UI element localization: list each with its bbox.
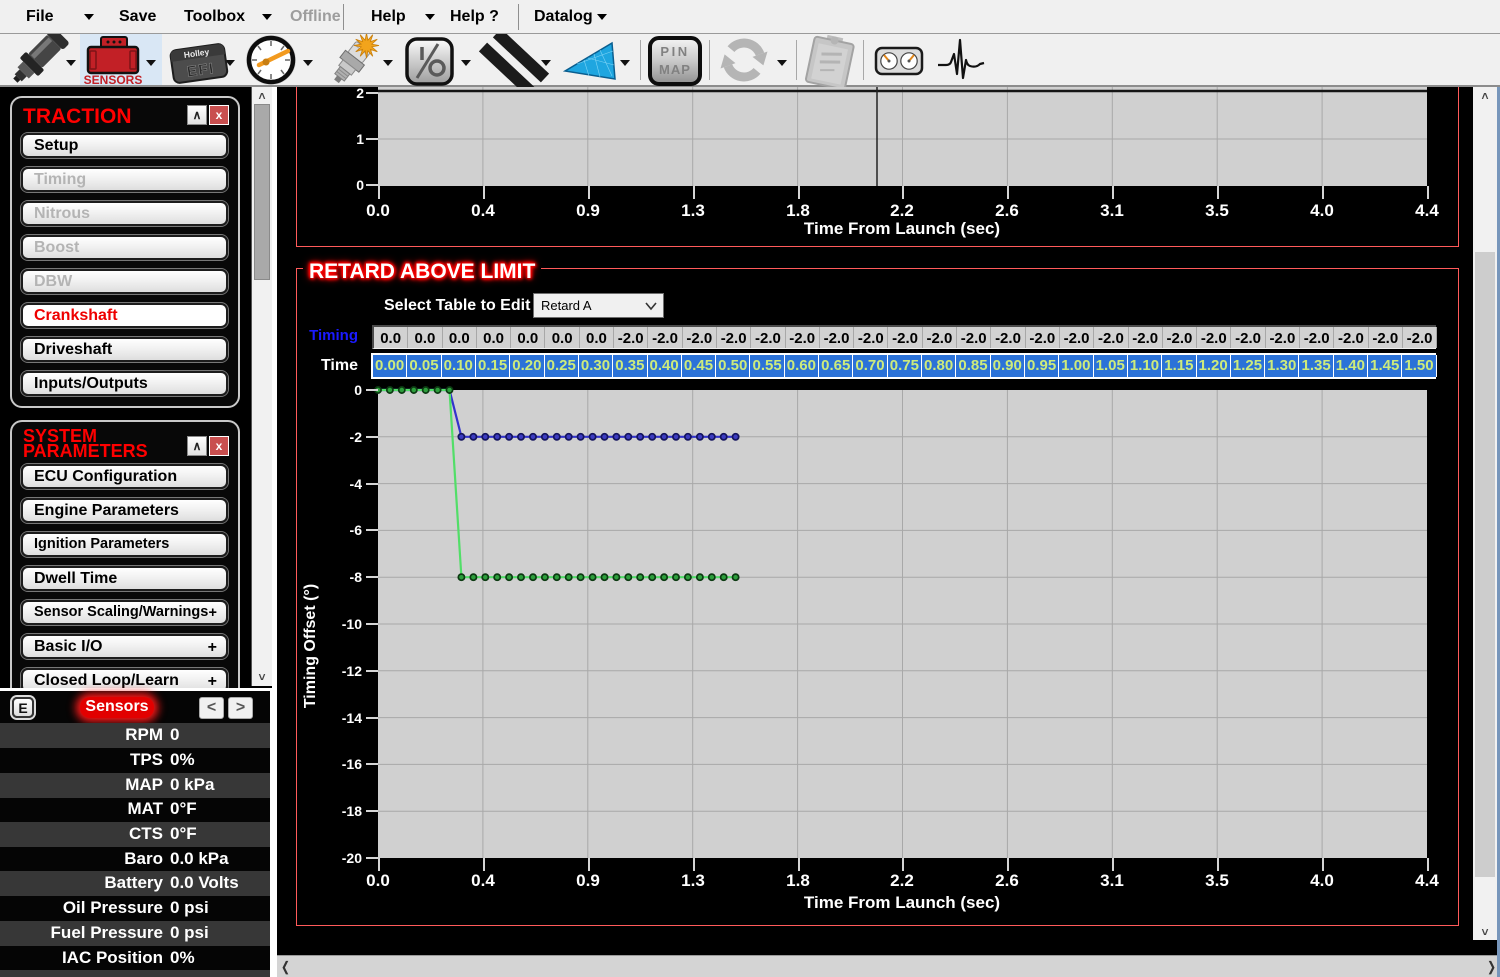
svg-text:MAP: MAP xyxy=(659,62,691,77)
svg-text:SENSORS: SENSORS xyxy=(84,73,143,87)
svg-text:PIN: PIN xyxy=(660,44,689,59)
